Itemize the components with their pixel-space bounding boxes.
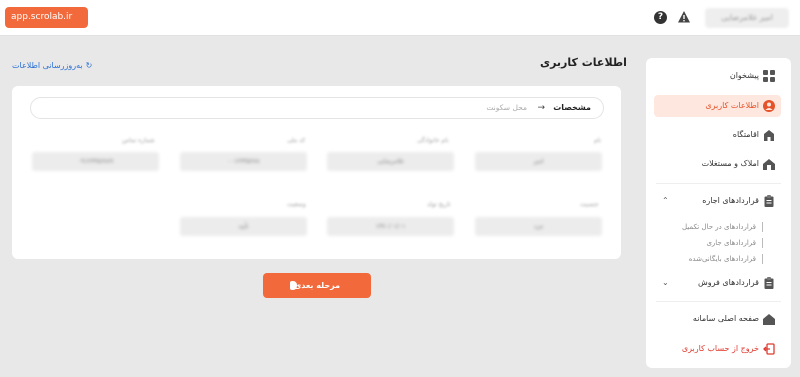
sidebar-item-label: قراردادهای اجاره: [702, 196, 759, 205]
clipboard-icon: [764, 195, 774, 207]
house-icon: [763, 159, 775, 170]
field-label: نام: [594, 137, 602, 144]
field-value: امیر: [475, 152, 602, 171]
field-value: مرد: [475, 217, 602, 236]
refresh-icon: ↻: [85, 61, 93, 70]
tab-profile[interactable]: مشخصات: [553, 98, 591, 118]
sidebar-item-home[interactable]: صفحه اصلی سامانه: [654, 308, 781, 330]
next-step-button[interactable]: مرحله بعدی: [263, 273, 371, 298]
help-icon[interactable]: ?: [654, 11, 667, 24]
field-value: ۰۰۱۲۳۴۵۶۷۸: [180, 152, 307, 171]
page-title: اطلاعات کاربری: [540, 56, 627, 69]
clipboard-icon: [764, 277, 774, 289]
next-step-label: مرحله بعدی: [293, 281, 341, 290]
sidebar-item-residence[interactable]: اقامتگاه: [654, 124, 781, 146]
sidebar: پیشخوان اطلاعات کاربری اقامتگاه املاک و …: [646, 58, 791, 368]
refresh-label: به‌روزرسانی اطلاعات: [12, 61, 83, 70]
sidebar-item-label: خروج از حساب کاربری: [681, 344, 759, 353]
field-value: تأیید: [180, 217, 307, 236]
field-value: ۱۳۷۰/۰۱/۰۱: [327, 217, 454, 236]
sidebar-subitem-archived[interactable]: قراردادهای بایگانی‌شده: [689, 254, 763, 264]
dashboard-icon: [763, 70, 775, 82]
sidebar-item-label: صفحه اصلی سامانه: [692, 314, 759, 323]
sidebar-item-rent-contracts[interactable]: قراردادهای اجاره ⌃: [654, 190, 781, 212]
field-label: نام خانوادگی: [417, 137, 449, 144]
field-label: جنسیت: [580, 201, 599, 208]
user-info-card: مشخصات → محل سکونت نام امیر نام خانوادگی…: [12, 86, 621, 259]
divider: [656, 301, 781, 302]
sidebar-item-label: اطلاعات کاربری: [705, 101, 759, 110]
field-label: تاریخ تولد: [427, 201, 451, 208]
next-icon: [290, 281, 297, 290]
sidebar-subitem-in-progress[interactable]: قراردادهای در حال تکمیل: [682, 222, 763, 232]
sidebar-item-logout[interactable]: خروج از حساب کاربری: [654, 338, 781, 360]
chevron-up-icon[interactable]: ⌃: [662, 190, 669, 212]
sidebar-item-dashboard[interactable]: پیشخوان: [654, 65, 781, 87]
field-value: ۰۹۱۲۳۴۵۶۷۸۹: [32, 152, 159, 171]
brand-button[interactable]: app.scrolab.ir: [5, 7, 88, 28]
sidebar-item-label: قراردادهای فروش: [698, 278, 759, 287]
field-label: کد ملی: [287, 137, 306, 144]
tab-residence[interactable]: محل سکونت: [486, 98, 527, 118]
building-icon: [764, 130, 774, 141]
home-icon: [763, 314, 775, 325]
top-bar: app.scrolab.ir ? امیر غلامرضایی: [0, 0, 800, 36]
user-icon: [763, 100, 775, 112]
sidebar-subitem-current[interactable]: قراردادهای جاری: [706, 238, 763, 248]
sidebar-item-label: اقامتگاه: [732, 130, 759, 139]
logout-icon: [763, 343, 775, 355]
sidebar-item-label: املاک و مستغلات: [701, 159, 759, 168]
sidebar-item-sale-contracts[interactable]: قراردادهای فروش ⌄: [654, 272, 781, 294]
field-value: غلامرضایی: [327, 152, 454, 171]
sidebar-item-user-info[interactable]: اطلاعات کاربری: [654, 95, 781, 117]
sidebar-item-properties[interactable]: املاک و مستغلات: [654, 153, 781, 175]
sidebar-item-label: پیشخوان: [729, 71, 759, 80]
field-label: وضعیت: [287, 201, 306, 208]
divider: [656, 183, 781, 184]
field-label: شماره تماس: [122, 137, 155, 144]
chevron-down-icon[interactable]: ⌄: [662, 272, 669, 294]
user-menu[interactable]: امیر غلامرضایی: [705, 8, 789, 28]
refresh-link[interactable]: به‌روزرسانی اطلاعات ↻: [12, 61, 92, 70]
warning-icon[interactable]: [677, 10, 691, 24]
arrow-left-icon: →: [537, 103, 545, 113]
step-tabs: مشخصات → محل سکونت: [30, 97, 604, 119]
